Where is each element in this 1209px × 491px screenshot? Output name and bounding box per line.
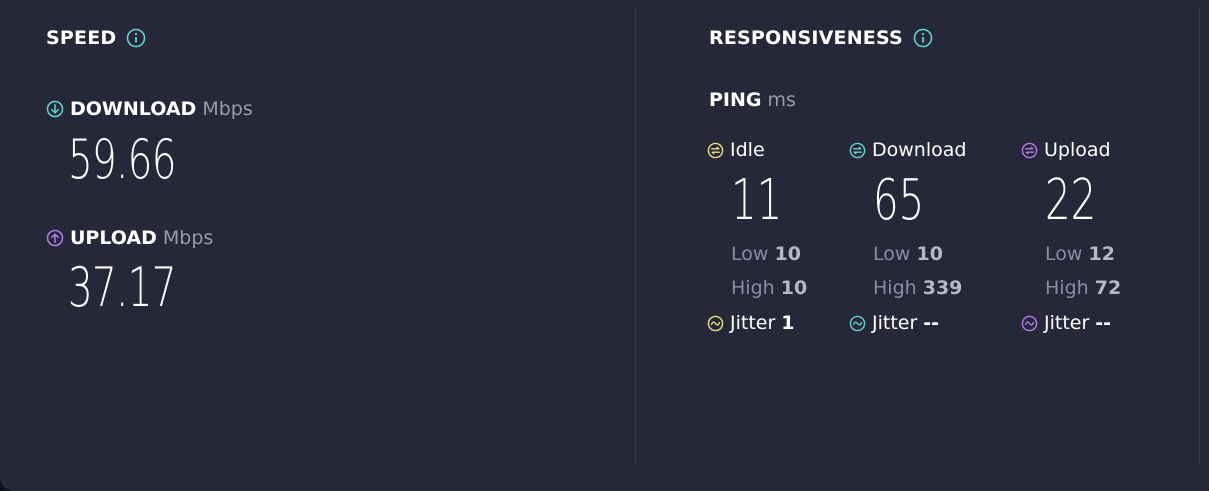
ping-upload-low: Low 12 xyxy=(1045,243,1115,265)
ping-download-head: Download xyxy=(849,136,1019,164)
ping-idle-high-label: High xyxy=(731,277,775,299)
ping-idle-high: High 10 xyxy=(731,277,807,299)
ping-download-low-label: Low xyxy=(873,243,911,265)
responsiveness-title-label: RESPONSIVENESS xyxy=(709,27,903,49)
ping-upload-head: Upload xyxy=(1021,136,1191,164)
download-name: DOWNLOAD xyxy=(70,98,197,120)
ping-upload-jitter-value: -- xyxy=(1095,312,1112,334)
ping-upload-label: Upload xyxy=(1044,139,1111,161)
upload-value: 37.17 xyxy=(68,256,176,319)
arrow-down-circle-icon xyxy=(46,100,64,118)
ping-download-value: 65 xyxy=(873,168,925,233)
info-icon[interactable] xyxy=(913,28,933,48)
download-value: 59.66 xyxy=(68,128,176,191)
ping-download-low-value: 10 xyxy=(916,243,943,265)
ping-unit: ms xyxy=(767,89,796,111)
info-icon[interactable] xyxy=(126,28,146,48)
ping-column-upload: Upload 22 Low 12 High 72 Jitter -- xyxy=(1021,136,1191,334)
wave-circle-icon xyxy=(1021,315,1038,331)
ping-idle-jitter: Jitter 1 xyxy=(707,312,795,334)
upload-unit: Mbps xyxy=(162,227,214,249)
ping-idle-low-label: Low xyxy=(731,243,769,265)
download-unit: Mbps xyxy=(202,98,253,120)
wave-circle-icon xyxy=(849,315,866,331)
speed-title: SPEED xyxy=(46,27,146,49)
ping-idle-low-value: 10 xyxy=(774,243,801,265)
ping-idle-jitter-label: Jitter xyxy=(730,312,776,334)
ping-upload-value: 22 xyxy=(1045,168,1097,233)
ping-idle-low: Low 10 xyxy=(731,243,801,265)
ping-circle-icon xyxy=(849,142,866,158)
ping-upload-high: High 72 xyxy=(1045,277,1121,299)
arrow-up-circle-icon xyxy=(46,229,64,247)
results-card: SPEED DOWNLOAD Mbps 59.66 UPLOAD Mbps 37… xyxy=(0,0,1209,491)
ping-upload-jitter-label: Jitter xyxy=(1044,312,1090,334)
upload-label: UPLOAD Mbps xyxy=(46,227,213,249)
download-label: DOWNLOAD Mbps xyxy=(46,98,253,120)
ping-download-high-value: 339 xyxy=(922,277,963,299)
wave-circle-icon xyxy=(707,315,724,331)
ping-download-high: High 339 xyxy=(873,277,962,299)
ping-download-label: Download xyxy=(872,139,967,161)
ping-download-jitter: Jitter -- xyxy=(849,312,939,334)
ping-idle-high-value: 10 xyxy=(780,277,808,299)
ping-download-low: Low 10 xyxy=(873,243,943,265)
speed-title-label: SPEED xyxy=(46,27,117,49)
right-edge-divider xyxy=(1199,8,1200,463)
ping-download-jitter-value: -- xyxy=(923,312,940,334)
ping-upload-high-label: High xyxy=(1045,277,1089,299)
section-divider xyxy=(635,8,636,463)
ping-download-jitter-label: Jitter xyxy=(872,312,918,334)
ping-upload-low-label: Low xyxy=(1045,243,1083,265)
ping-idle-jitter-value: 1 xyxy=(781,312,795,334)
ping-column-download: Download 65 Low 10 High 339 Jitter -- xyxy=(849,136,1019,334)
ping-idle-value: 11 xyxy=(731,168,783,233)
ping-label: PING xyxy=(709,89,762,111)
upload-name: UPLOAD xyxy=(70,227,157,249)
ping-circle-icon xyxy=(707,142,724,158)
ping-idle-label: Idle xyxy=(730,139,765,161)
ping-title: PING ms xyxy=(709,89,796,111)
ping-circle-icon xyxy=(1021,142,1038,158)
responsiveness-title: RESPONSIVENESS xyxy=(709,27,933,49)
ping-upload-low-value: 12 xyxy=(1088,243,1115,265)
ping-download-high-label: High xyxy=(873,277,917,299)
ping-upload-high-value: 72 xyxy=(1094,277,1122,299)
ping-upload-jitter: Jitter -- xyxy=(1021,312,1111,334)
